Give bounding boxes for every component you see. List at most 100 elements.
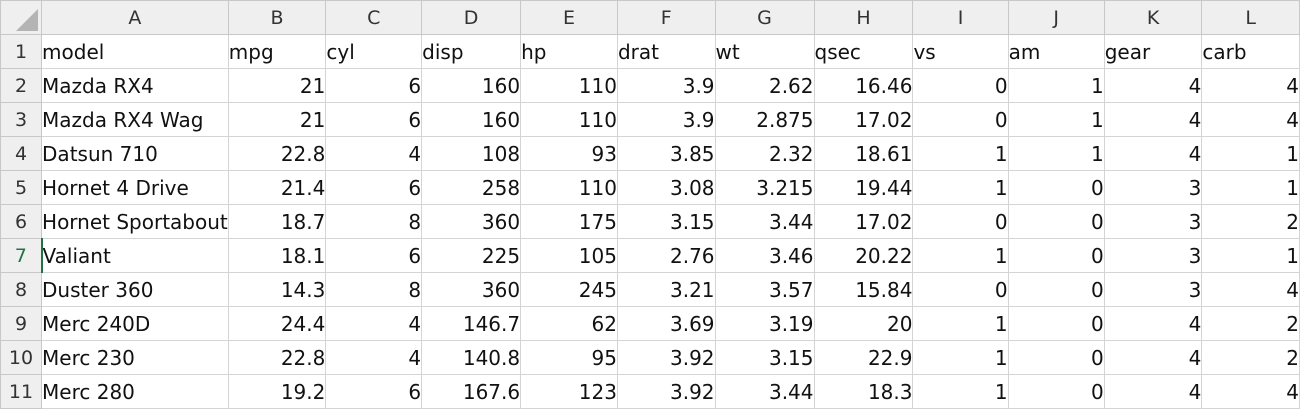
- cell-f9[interactable]: 3.69: [616, 306, 716, 341]
- cell-b8[interactable]: 14.3: [227, 272, 327, 307]
- column-header-a[interactable]: A: [41, 0, 229, 35]
- cell-g5[interactable]: 3.215: [714, 170, 815, 205]
- cell-g4[interactable]: 2.32: [714, 136, 815, 171]
- cell-j6[interactable]: 0: [1007, 204, 1105, 239]
- cell-a3[interactable]: Mazda RX4 Wag: [41, 102, 229, 137]
- cell-l3[interactable]: 4: [1201, 102, 1300, 137]
- cell-k6[interactable]: 3: [1103, 204, 1203, 239]
- cell-l11[interactable]: 4: [1201, 374, 1300, 409]
- cell-i8[interactable]: 0: [912, 272, 1009, 307]
- cell-g11[interactable]: 3.44: [714, 374, 815, 409]
- cell-b6[interactable]: 18.7: [227, 204, 327, 239]
- cell-c9[interactable]: 4: [325, 306, 423, 341]
- cell-c10[interactable]: 4: [325, 340, 423, 375]
- cell-g8[interactable]: 3.57: [714, 272, 815, 307]
- cell-g10[interactable]: 3.15: [714, 340, 815, 375]
- row-header-3[interactable]: 3: [0, 102, 43, 137]
- cell-j5[interactable]: 0: [1007, 170, 1105, 205]
- cell-d5[interactable]: 258: [421, 170, 522, 205]
- cell-i11[interactable]: 1: [912, 374, 1009, 409]
- cell-l2[interactable]: 4: [1201, 68, 1300, 103]
- cell-j10[interactable]: 0: [1007, 340, 1105, 375]
- cell-i10[interactable]: 1: [912, 340, 1009, 375]
- cell-l1[interactable]: carb: [1201, 34, 1300, 69]
- cell-c5[interactable]: 6: [325, 170, 423, 205]
- cell-k11[interactable]: 4: [1103, 374, 1203, 409]
- row-header-8[interactable]: 8: [0, 272, 43, 307]
- cell-b4[interactable]: 22.8: [227, 136, 327, 171]
- cell-e8[interactable]: 245: [520, 272, 618, 307]
- row-header-7[interactable]: 7: [0, 238, 43, 273]
- cell-j4[interactable]: 1: [1007, 136, 1105, 171]
- cell-k4[interactable]: 4: [1103, 136, 1203, 171]
- cell-e7[interactable]: 105: [520, 238, 618, 273]
- cell-e2[interactable]: 110: [520, 68, 618, 103]
- cell-e6[interactable]: 175: [520, 204, 618, 239]
- cell-j1[interactable]: am: [1007, 34, 1105, 69]
- cell-b1[interactable]: mpg: [227, 34, 327, 69]
- cell-e5[interactable]: 110: [520, 170, 618, 205]
- cell-i5[interactable]: 1: [912, 170, 1009, 205]
- cell-d4[interactable]: 108: [421, 136, 522, 171]
- cell-h6[interactable]: 17.02: [813, 204, 914, 239]
- cell-a1[interactable]: model: [41, 34, 229, 69]
- cell-e4[interactable]: 93: [520, 136, 618, 171]
- cell-a8[interactable]: Duster 360: [41, 272, 229, 307]
- cell-d7[interactable]: 225: [421, 238, 522, 273]
- cell-a5[interactable]: Hornet 4 Drive: [41, 170, 229, 205]
- select-all-button[interactable]: [0, 0, 43, 35]
- cell-h7[interactable]: 20.22: [813, 238, 914, 273]
- cell-h2[interactable]: 16.46: [813, 68, 914, 103]
- cell-k2[interactable]: 4: [1103, 68, 1203, 103]
- cell-g3[interactable]: 2.875: [714, 102, 815, 137]
- cell-d11[interactable]: 167.6: [421, 374, 522, 409]
- cell-c8[interactable]: 8: [325, 272, 423, 307]
- cell-c3[interactable]: 6: [325, 102, 423, 137]
- cell-i6[interactable]: 0: [912, 204, 1009, 239]
- cell-h1[interactable]: qsec: [813, 34, 914, 69]
- cell-f4[interactable]: 3.85: [616, 136, 716, 171]
- cell-f7[interactable]: 2.76: [616, 238, 716, 273]
- cell-i4[interactable]: 1: [912, 136, 1009, 171]
- cell-b11[interactable]: 19.2: [227, 374, 327, 409]
- cell-h8[interactable]: 15.84: [813, 272, 914, 307]
- cell-e9[interactable]: 62: [520, 306, 618, 341]
- cell-f5[interactable]: 3.08: [616, 170, 716, 205]
- cell-b5[interactable]: 21.4: [227, 170, 327, 205]
- column-header-e[interactable]: E: [520, 0, 618, 35]
- cell-h9[interactable]: 20: [813, 306, 914, 341]
- cell-l7[interactable]: 1: [1201, 238, 1300, 273]
- cell-b7[interactable]: 18.1: [227, 238, 327, 273]
- row-header-1[interactable]: 1: [0, 34, 43, 69]
- row-header-5[interactable]: 5: [0, 170, 43, 205]
- column-header-d[interactable]: D: [421, 0, 522, 35]
- row-header-11[interactable]: 11: [0, 374, 43, 409]
- cell-a10[interactable]: Merc 230: [41, 340, 229, 375]
- cell-e11[interactable]: 123: [520, 374, 618, 409]
- cell-a6[interactable]: Hornet Sportabout: [41, 204, 229, 239]
- row-header-6[interactable]: 6: [0, 204, 43, 239]
- cell-g1[interactable]: wt: [714, 34, 815, 69]
- spreadsheet-grid[interactable]: ABCDEFGHIJKL 1 model mpg cyl disp hp drat wt qse…: [0, 0, 1300, 409]
- cell-l5[interactable]: 1: [1201, 170, 1300, 205]
- cell-h11[interactable]: 18.3: [813, 374, 914, 409]
- cell-c2[interactable]: 6: [325, 68, 423, 103]
- cell-c11[interactable]: 6: [325, 374, 423, 409]
- cell-k10[interactable]: 4: [1103, 340, 1203, 375]
- column-header-c[interactable]: C: [325, 0, 423, 35]
- cell-a4[interactable]: Datsun 710: [41, 136, 229, 171]
- cell-h10[interactable]: 22.9: [813, 340, 914, 375]
- cell-k9[interactable]: 4: [1103, 306, 1203, 341]
- cell-g2[interactable]: 2.62: [714, 68, 815, 103]
- column-header-h[interactable]: H: [813, 0, 914, 35]
- cell-d9[interactable]: 146.7: [421, 306, 522, 341]
- cell-f10[interactable]: 3.92: [616, 340, 716, 375]
- cell-c6[interactable]: 8: [325, 204, 423, 239]
- cell-c1[interactable]: cyl: [325, 34, 423, 69]
- cell-e3[interactable]: 110: [520, 102, 618, 137]
- cell-e1[interactable]: hp: [520, 34, 618, 69]
- cell-i7[interactable]: 1: [912, 238, 1009, 273]
- cell-k1[interactable]: gear: [1103, 34, 1203, 69]
- row-header-4[interactable]: 4: [0, 136, 43, 171]
- cell-f6[interactable]: 3.15: [616, 204, 716, 239]
